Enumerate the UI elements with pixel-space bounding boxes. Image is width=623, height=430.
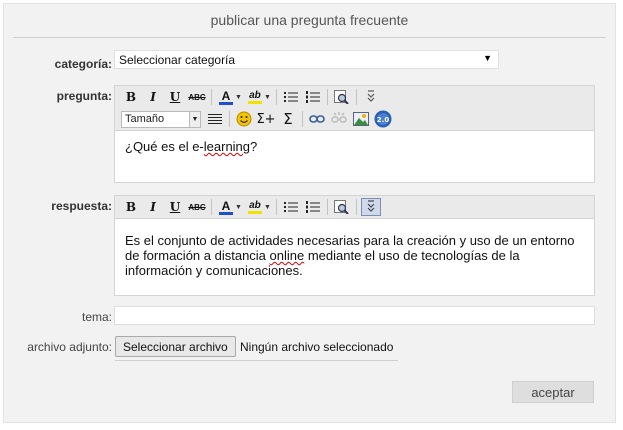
question-text-end: ? bbox=[250, 139, 258, 154]
font-size-value: Tamaño bbox=[125, 112, 165, 125]
bold-button[interactable]: B bbox=[121, 198, 141, 216]
image-icon[interactable] bbox=[351, 110, 371, 128]
question-editor: B I U ABC A ▼ ab ▼ Tamaño ▼ Σ+ Σ 2.0 ¿Qu… bbox=[114, 85, 595, 183]
question-text: ¿Qué es el e- bbox=[125, 139, 204, 154]
toolbar-separator bbox=[355, 89, 357, 105]
expand-toolbar-icon[interactable] bbox=[360, 198, 381, 216]
question-textarea[interactable]: ¿Qué es el e-learning? bbox=[115, 131, 594, 162]
strikethrough-button[interactable]: ABC bbox=[187, 88, 207, 106]
category-select[interactable]: Seleccionar categoría ▼ bbox=[114, 50, 499, 69]
question-toolbar: B I U ABC A ▼ ab ▼ Tamaño ▼ Σ+ Σ 2.0 bbox=[115, 86, 594, 131]
toolbar-separator bbox=[211, 89, 212, 105]
highlight-dropdown-icon[interactable]: ▼ bbox=[264, 94, 271, 101]
bold-button[interactable]: B bbox=[121, 88, 141, 106]
topic-input[interactable] bbox=[114, 306, 595, 325]
spellcheck-word: learning bbox=[203, 139, 251, 154]
font-color-icon: A bbox=[221, 88, 231, 103]
highlight-button[interactable]: ab bbox=[245, 88, 265, 106]
underline-button[interactable]: U bbox=[165, 198, 185, 216]
toolbar-separator bbox=[355, 199, 357, 215]
numbered-list-icon[interactable] bbox=[303, 198, 323, 216]
answer-label: respuesta: bbox=[51, 199, 112, 213]
svg-text:2.0: 2.0 bbox=[377, 116, 390, 124]
strikethrough-button[interactable]: ABC bbox=[187, 198, 207, 216]
highlight-icon: ab bbox=[249, 200, 261, 211]
spellcheck-word: online bbox=[269, 248, 305, 263]
toolbar-separator bbox=[326, 89, 328, 105]
highlight-button[interactable]: ab bbox=[245, 198, 265, 216]
title-divider bbox=[13, 37, 606, 38]
accept-button[interactable]: aceptar bbox=[512, 381, 594, 403]
topic-label: tema: bbox=[81, 310, 112, 324]
font-color-icon: A bbox=[221, 198, 231, 213]
attachment-label: archivo adjunto: bbox=[27, 340, 112, 354]
dropdown-arrow-icon: ▼ bbox=[483, 53, 492, 63]
unlink-icon[interactable] bbox=[329, 110, 349, 128]
highlight-dropdown-icon[interactable]: ▼ bbox=[264, 204, 271, 211]
file-status-text: Ningún archivo seleccionado bbox=[240, 340, 394, 354]
select-file-button[interactable]: Seleccionar archivo bbox=[115, 336, 236, 357]
link-icon[interactable] bbox=[307, 110, 327, 128]
font-color-bar bbox=[219, 211, 233, 215]
toolbar-separator bbox=[229, 111, 230, 127]
font-color-dropdown-icon[interactable]: ▼ bbox=[235, 204, 242, 211]
italic-button[interactable]: I bbox=[143, 198, 163, 216]
toolbar-separator bbox=[302, 111, 303, 127]
question-label: pregunta: bbox=[56, 89, 112, 103]
badge-icon[interactable]: 2.0 bbox=[373, 110, 393, 128]
numbered-list-icon[interactable] bbox=[303, 88, 323, 106]
font-size-select[interactable]: Tamaño ▼ bbox=[121, 110, 201, 128]
toolbar-separator bbox=[275, 199, 277, 215]
highlight-bar bbox=[247, 101, 262, 104]
form-title: publicar una pregunta frecuente bbox=[210, 12, 409, 28]
bullet-list-icon[interactable] bbox=[281, 198, 301, 216]
sigma-icon[interactable]: Σ bbox=[278, 110, 298, 128]
category-select-value: Seleccionar categoría bbox=[119, 53, 236, 67]
preview-icon[interactable] bbox=[332, 88, 352, 106]
underline-button[interactable]: U bbox=[165, 88, 185, 106]
preview-icon[interactable] bbox=[332, 198, 352, 216]
font-color-button[interactable]: A bbox=[216, 198, 236, 216]
answer-editor: B I U ABC A ▼ ab ▼ Es el conjunto de act… bbox=[114, 195, 595, 296]
font-color-dropdown-icon[interactable]: ▼ bbox=[235, 94, 242, 101]
font-size-dropdown-icon: ▼ bbox=[189, 111, 200, 127]
toolbar-separator bbox=[211, 199, 212, 215]
align-justify-icon[interactable] bbox=[205, 110, 225, 128]
expand-toolbar-icon[interactable] bbox=[361, 88, 381, 106]
font-color-button[interactable]: A bbox=[216, 88, 236, 106]
toolbar-separator bbox=[275, 89, 277, 105]
toolbar-separator bbox=[326, 199, 328, 215]
file-divider bbox=[115, 360, 398, 361]
answer-textarea[interactable]: Es el conjunto de actividades necesarias… bbox=[115, 219, 594, 286]
font-color-bar bbox=[219, 101, 233, 105]
highlight-bar bbox=[247, 211, 262, 214]
sigma-plus-icon[interactable]: Σ+ bbox=[256, 110, 276, 128]
bullet-list-icon[interactable] bbox=[281, 88, 301, 106]
category-label: categoría: bbox=[54, 57, 112, 71]
highlight-icon: ab bbox=[249, 90, 261, 101]
italic-button[interactable]: I bbox=[143, 88, 163, 106]
answer-toolbar: B I U ABC A ▼ ab ▼ bbox=[115, 196, 594, 219]
smiley-icon[interactable] bbox=[234, 110, 254, 128]
